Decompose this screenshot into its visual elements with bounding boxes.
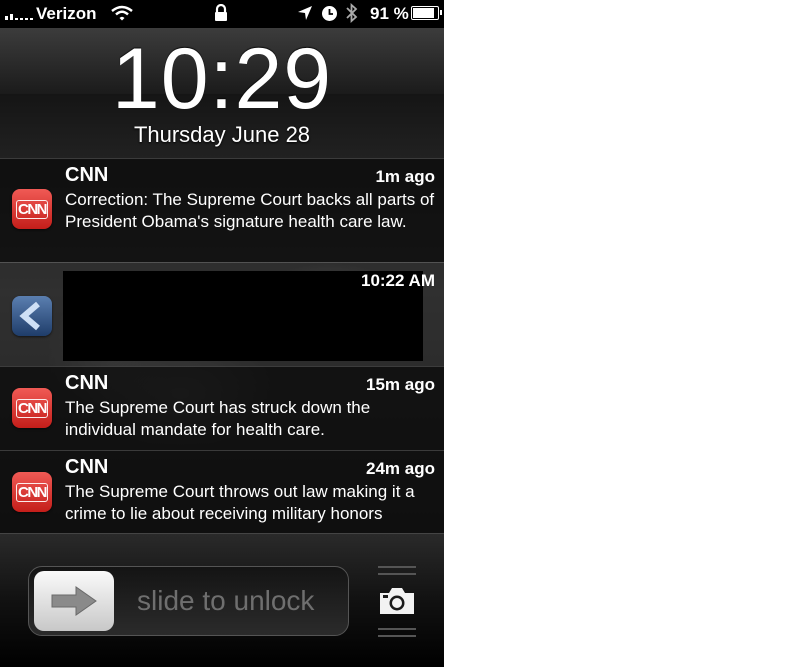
slide-to-unlock-label: slide to unlock xyxy=(137,585,315,616)
location-arrow-icon xyxy=(298,6,312,20)
notification-app-name: CNN xyxy=(65,372,109,394)
camera-grip-line xyxy=(378,628,416,630)
notification-message: Correction: The Supreme Court backs all … xyxy=(65,190,435,231)
notification-time: 10:22 AM xyxy=(360,271,435,290)
clock-time: 10:29 xyxy=(111,31,333,127)
status-bar: Verizon 91 % xyxy=(0,0,444,28)
chevron-logo-icon xyxy=(19,301,40,331)
carrier-name: Verizon xyxy=(36,4,97,23)
battery-percent: 91 % xyxy=(370,4,409,23)
notification-message: The Supreme Court throws out law making … xyxy=(65,482,415,523)
camera-grip-line xyxy=(378,635,416,637)
slide-to-unlock-knob[interactable] xyxy=(34,571,114,631)
cnn-logo-text: CNN xyxy=(16,199,48,219)
battery-level-fill xyxy=(413,8,434,18)
iphone-lock-screen: Verizon 91 % 10:29 Thursday June 28 CNN … xyxy=(0,0,444,667)
alarm-clock-icon xyxy=(322,6,337,21)
notification-app-name: CNN xyxy=(65,164,109,186)
notification-time: 1m ago xyxy=(375,167,435,186)
camera-icon xyxy=(380,588,414,614)
notification-list: CNN CNN 1m ago Correction: The Supreme C… xyxy=(0,158,444,534)
lock-icon xyxy=(215,4,227,21)
notification-item[interactable]: 10:22 AM xyxy=(0,262,444,366)
notification-item[interactable]: CNN CNN 24m ago The Supreme Court throws… xyxy=(0,450,444,534)
clock-date: Thursday June 28 xyxy=(133,122,311,147)
notification-time: 15m ago xyxy=(366,375,435,394)
cnn-app-icon: CNN xyxy=(12,189,52,229)
arrow-right-icon xyxy=(51,586,97,616)
cnn-app-icon: CNN xyxy=(12,472,52,512)
notification-message: The Supreme Court has struck down the in… xyxy=(65,398,371,439)
unlock-bar: slide to unlock xyxy=(0,533,444,667)
bluetooth-icon xyxy=(346,3,358,23)
cnn-logo-text: CNN xyxy=(16,482,48,502)
cnn-logo-text: CNN xyxy=(16,398,48,418)
slide-to-unlock-track[interactable]: slide to unlock xyxy=(28,566,349,636)
notification-app-name: CNN xyxy=(65,456,109,478)
cnn-app-icon: CNN xyxy=(12,388,52,428)
notification-item[interactable]: CNN CNN 15m ago The Supreme Court has st… xyxy=(0,366,444,450)
camera-button[interactable] xyxy=(372,564,422,638)
wifi-icon xyxy=(111,5,133,21)
app-icon xyxy=(12,296,52,336)
battery-icon xyxy=(411,6,442,20)
signal-icon xyxy=(5,14,33,20)
notification-item[interactable]: CNN CNN 1m ago Correction: The Supreme C… xyxy=(0,158,444,262)
notification-time: 24m ago xyxy=(366,459,435,478)
